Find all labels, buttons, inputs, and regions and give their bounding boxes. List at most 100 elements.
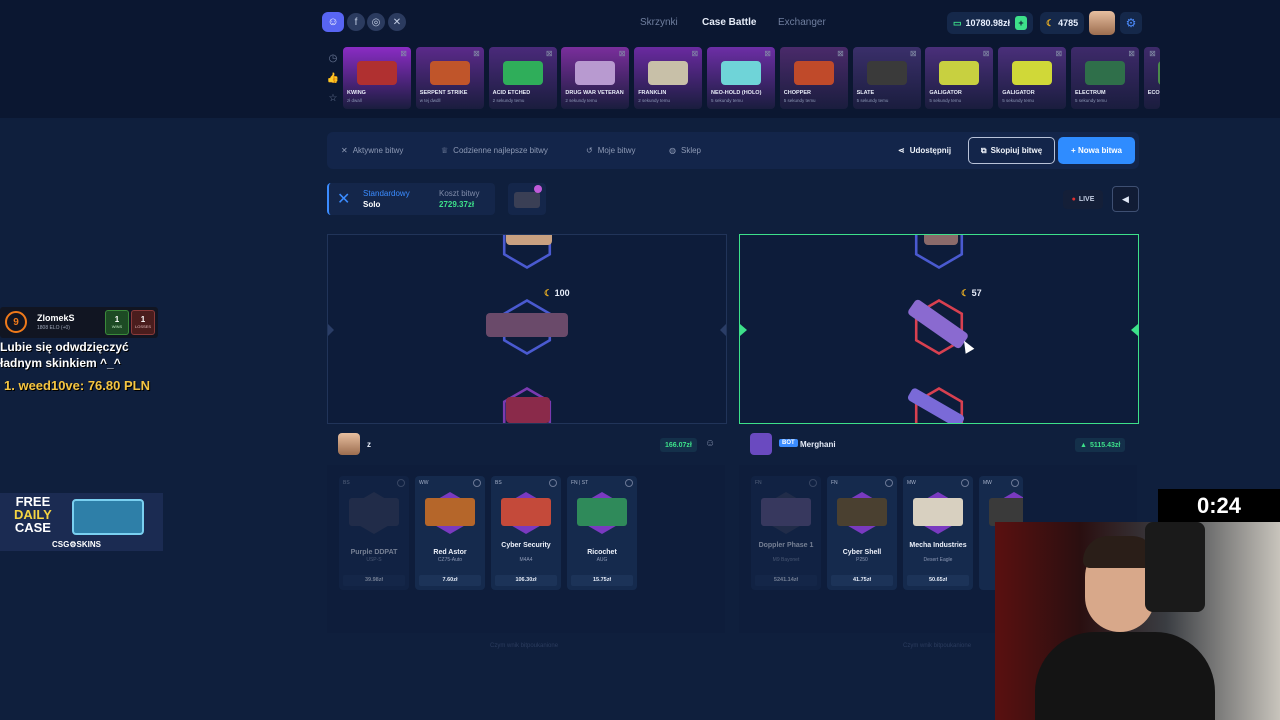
- item-name: CHOPPER: [783, 90, 811, 96]
- drop-card[interactable]: FN | ST Ricochet AUG 15.75zł: [567, 476, 637, 590]
- weapon-image: [721, 61, 761, 85]
- drop-card[interactable]: FN Doppler Phase 1 M9 Bayonet 5241.14zł: [751, 476, 821, 590]
- item-time: 5 sekundy temu: [856, 98, 889, 103]
- live-drop-item[interactable]: ⊠ GALIGATOR 5 sekundy temu: [998, 47, 1067, 109]
- right-player-header: BOT Merghani ▲ 5115.43zł: [739, 430, 1131, 460]
- select-checkbox-icon[interactable]: [809, 479, 817, 487]
- user-avatar[interactable]: [1089, 11, 1115, 35]
- drop-card[interactable]: FN Cyber Shell P250 41.75zł: [827, 476, 897, 590]
- drop-card[interactable]: WW Red Astor CZ75-Auto 7.60zł: [415, 476, 485, 590]
- player-name[interactable]: z: [367, 440, 371, 449]
- close-icon[interactable]: ⊠: [983, 49, 990, 58]
- facebook-icon[interactable]: f: [347, 13, 365, 31]
- item-name: GALIGATOR: [1002, 90, 1035, 96]
- live-drop-item[interactable]: ⊠ SLATE 5 sekundy temu: [852, 47, 921, 109]
- select-checkbox-icon[interactable]: [625, 479, 633, 487]
- bot-avatar[interactable]: [750, 433, 772, 455]
- item-time: 5 sekundy temu: [783, 98, 816, 103]
- item-name: GALIGATOR: [929, 90, 962, 96]
- skin-price: 41.75zł: [831, 575, 893, 586]
- select-checkbox-icon[interactable]: [885, 479, 893, 487]
- nav-exchanger[interactable]: Exchanger: [778, 17, 826, 28]
- balance-pill[interactable]: ▭ 10780.98zł +: [947, 12, 1033, 34]
- close-icon[interactable]: ⊠: [910, 49, 917, 58]
- select-checkbox-icon[interactable]: [1011, 479, 1019, 487]
- close-icon[interactable]: ⊠: [1149, 49, 1156, 58]
- weapon-image: [429, 61, 470, 85]
- item-name: FRANKLIN: [638, 90, 667, 96]
- item-time: 5 sekundy temu: [1002, 98, 1034, 103]
- item-name: KWING: [347, 90, 366, 96]
- item-time: 5 sekundy temu: [929, 98, 962, 103]
- case-box-image: [72, 499, 144, 535]
- star-icon[interactable]: ☆: [327, 92, 339, 104]
- skin-price: 50.65zł: [907, 575, 969, 586]
- condition-label: FN: [755, 480, 762, 486]
- close-icon[interactable]: ⊠: [546, 49, 553, 58]
- settings-gear-icon[interactable]: ⚙: [1120, 12, 1142, 34]
- spinner-weapon: [924, 235, 958, 245]
- level-badge: 9: [5, 311, 27, 333]
- discord-icon[interactable]: ☺: [322, 12, 344, 32]
- coins-pill[interactable]: ☾ 4785: [1040, 12, 1084, 34]
- shop-icon: ◍: [669, 146, 676, 155]
- select-checkbox-icon[interactable]: [549, 479, 557, 487]
- item-name: ECO: [1147, 90, 1160, 96]
- case-thumbnail[interactable]: [508, 183, 546, 215]
- select-checkbox-icon[interactable]: [961, 479, 969, 487]
- add-funds-icon[interactable]: +: [1015, 16, 1027, 30]
- live-drop-item[interactable]: ⊠ SERPENT STRIKE w tej dwdll: [415, 47, 484, 109]
- weapon-image: [793, 61, 834, 85]
- live-drop-item[interactable]: ⊠ ELECTRUM 5 sekundy temu: [1071, 47, 1139, 109]
- item-name: NEO-HOLD (HOLO): [711, 90, 762, 96]
- drop-card[interactable]: MW Mecha Industries Desert Eagle 50.65zł: [903, 476, 973, 590]
- tab-daily-best[interactable]: ♕ Codzienne najlepsze bitwy: [441, 146, 548, 155]
- tab-my-battles[interactable]: ↺ Moje bitwy: [586, 146, 636, 155]
- tab-active-battles[interactable]: ✕ Aktywne bitwy: [341, 146, 403, 155]
- close-icon[interactable]: ⊠: [1128, 49, 1135, 58]
- close-icon[interactable]: ⊠: [619, 49, 626, 58]
- instagram-icon[interactable]: ◎: [367, 13, 385, 31]
- close-icon[interactable]: ⊠: [400, 49, 407, 58]
- player-avatar[interactable]: [338, 433, 360, 455]
- emoji-icon[interactable]: ☺: [705, 438, 715, 449]
- live-drop-item[interactable]: ⊠ CHOPPER 5 sekundy temu: [779, 47, 848, 109]
- item-name: SERPENT STRIKE: [419, 90, 468, 96]
- live-drop-item[interactable]: ⊠ ACID ETCHED 2 sekundy temu: [488, 47, 557, 109]
- live-drop-item[interactable]: ⊠ KWING zł dwall: [343, 47, 411, 109]
- webcam-feed: [995, 522, 1280, 720]
- trend-up-icon: ▲: [1080, 441, 1087, 449]
- copy-battle-button[interactable]: ⧉ Skopiuj bitwę: [968, 137, 1055, 164]
- close-icon[interactable]: ⊠: [473, 49, 480, 58]
- nav-cases[interactable]: Skrzynki: [640, 17, 678, 28]
- skin-price: 7.60zł: [419, 575, 481, 586]
- close-icon[interactable]: ⊠: [837, 49, 844, 58]
- skin-name: Doppler Phase 1: [758, 542, 814, 549]
- drop-card[interactable]: BS Cyber Security M4A4 106.30zł: [491, 476, 561, 590]
- new-battle-button[interactable]: + Nowa bitwa: [1058, 137, 1135, 164]
- free-daily-case-banner[interactable]: FREE DAILY CASE CSG⚙SKINS: [0, 493, 163, 551]
- close-icon[interactable]: ⊠: [1055, 49, 1062, 58]
- tab-shop[interactable]: ◍ Sklep: [669, 146, 701, 155]
- live-drop-item[interactable]: ⊠ ECO: [1143, 47, 1160, 109]
- close-icon[interactable]: ⊠: [691, 49, 698, 58]
- history-icon[interactable]: ◷: [327, 52, 339, 64]
- cursor-icon: [959, 338, 975, 354]
- sound-toggle-button[interactable]: ◀: [1112, 186, 1139, 212]
- select-checkbox-icon[interactable]: [397, 479, 405, 487]
- live-drop-item[interactable]: ⊠ GALIGATOR 5 sekundy temu: [925, 47, 994, 109]
- weapon-name: M4A4: [519, 557, 533, 563]
- x-icon[interactable]: ✕: [388, 13, 406, 31]
- live-drop-item[interactable]: ⊠ DRUG WAR VETERAN 2 sekundy temu: [561, 47, 630, 109]
- player-name[interactable]: Merghani: [800, 440, 836, 449]
- drop-card[interactable]: BS Purple DDPAT USP-S 39.98zł: [339, 476, 409, 590]
- select-checkbox-icon[interactable]: [473, 479, 481, 487]
- weapon-name: M9 Bayonet: [772, 557, 800, 563]
- thumbs-up-icon[interactable]: 👍: [327, 72, 339, 84]
- close-icon[interactable]: ⊠: [764, 49, 771, 58]
- live-drop-item[interactable]: ⊠ FRANKLIN 2 sekundy temu: [634, 47, 703, 109]
- nav-case-battle[interactable]: Case Battle: [702, 17, 756, 28]
- live-drop-item[interactable]: ⊠ NEO-HOLD (HOLO) 5 sekundy temu: [707, 47, 775, 109]
- share-button[interactable]: ⋖ Udostępnij: [898, 146, 951, 155]
- share-icon: ⋖: [898, 146, 905, 155]
